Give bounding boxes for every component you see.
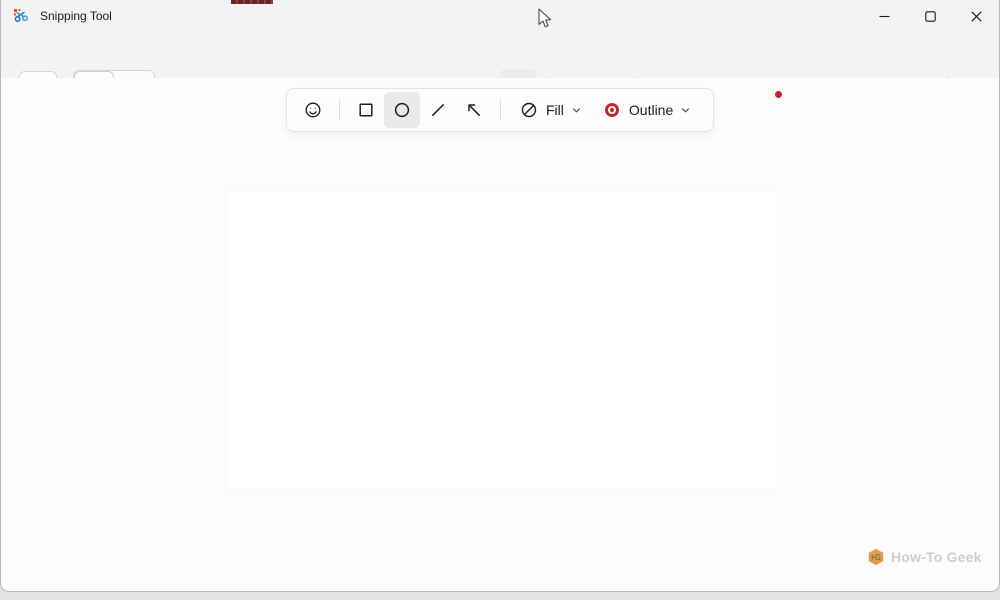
caption-buttons xyxy=(861,0,999,32)
watermark: How-To Geek xyxy=(867,548,982,566)
titlebar: Snipping Tool xyxy=(1,0,999,32)
line-icon xyxy=(428,100,448,120)
no-fill-icon xyxy=(519,100,539,120)
fill-label: Fill xyxy=(546,102,564,118)
minimize-button[interactable] xyxy=(861,0,907,32)
square-icon xyxy=(356,100,376,120)
rectangle-shape-button[interactable] xyxy=(348,92,384,128)
outline-dropdown[interactable]: Outline xyxy=(592,92,701,128)
main-toolbar: • • • xyxy=(1,32,999,78)
chevron-down-icon xyxy=(680,105,691,116)
shapes-flyout-toolbar: Fill Outline xyxy=(286,88,714,132)
emoji-button[interactable] xyxy=(295,92,331,128)
ellipse-shape-button[interactable] xyxy=(384,92,420,128)
red-ring-icon xyxy=(602,100,622,120)
maximize-icon xyxy=(925,11,936,22)
maximize-button[interactable] xyxy=(907,0,953,32)
outline-label: Outline xyxy=(629,102,673,118)
arrow-icon xyxy=(464,100,484,120)
chevron-down-icon xyxy=(571,105,582,116)
top-edge-artifact xyxy=(231,0,273,4)
watermark-text: How-To Geek xyxy=(891,549,982,565)
arrow-shape-button[interactable] xyxy=(456,92,492,128)
editor-area xyxy=(1,78,999,592)
shapes-separator xyxy=(339,99,340,121)
snip-canvas[interactable] xyxy=(227,192,777,488)
close-icon xyxy=(971,11,982,22)
howtogeek-logo-icon xyxy=(867,548,885,566)
line-shape-button[interactable] xyxy=(420,92,456,128)
red-dot-artifact xyxy=(775,91,782,98)
snipping-tool-window: Snipping Tool xyxy=(0,0,1000,592)
snipping-tool-app-icon xyxy=(13,8,30,25)
emoji-icon xyxy=(303,100,323,120)
fill-dropdown[interactable]: Fill xyxy=(509,92,592,128)
close-button[interactable] xyxy=(953,0,999,32)
circle-icon xyxy=(392,100,412,120)
minimize-icon xyxy=(879,11,890,22)
shapes-separator xyxy=(500,99,501,121)
window-title: Snipping Tool xyxy=(40,9,112,23)
